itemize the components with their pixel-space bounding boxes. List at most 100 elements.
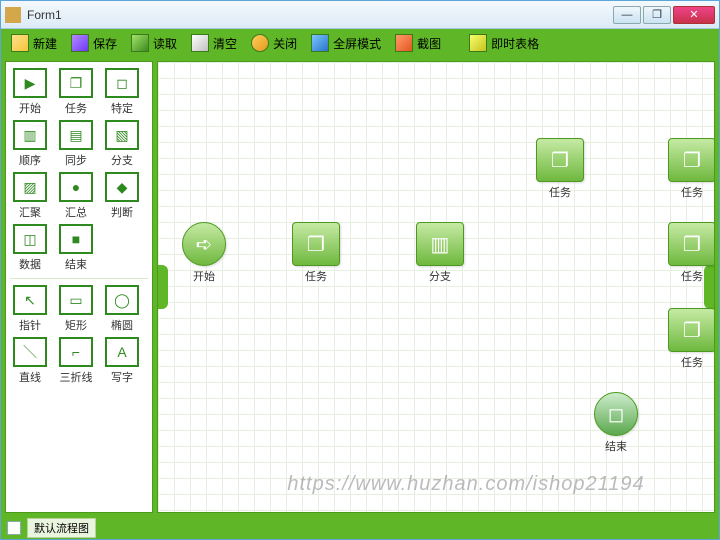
palette-data[interactable]: ◫ 数据 — [10, 224, 50, 272]
node-n_task5[interactable]: ❐ 任务 — [668, 308, 715, 370]
palette-label: 结束 — [65, 256, 87, 272]
palette-label: 特定 — [111, 100, 133, 116]
palette-special[interactable]: ◻ 特定 — [102, 68, 142, 116]
clear-icon — [191, 34, 209, 52]
pointer-icon: ↖ — [13, 285, 47, 315]
palette-task[interactable]: ❐任务 — [56, 68, 96, 116]
node-label: 分支 — [429, 268, 451, 284]
data-icon: ◫ — [13, 224, 47, 254]
palette-text[interactable]: A 写字 — [102, 337, 142, 385]
palette-label: 三折线 — [60, 369, 93, 385]
palette-label: 写字 — [111, 369, 133, 385]
fullscreen-button[interactable]: 全屏模式 — [305, 32, 387, 54]
end-icon: ■ — [59, 224, 93, 254]
node-n_end[interactable]: ◻结束 — [594, 392, 638, 454]
branch-icon: ▧ — [105, 120, 139, 150]
sequence-icon: ▥ — [13, 120, 47, 150]
palette-label: 判断 — [111, 204, 133, 220]
close-file-button[interactable]: 关闭 — [245, 32, 303, 54]
palette: ▶ 开始 ❐任务 ◻ 特定 ▥ 顺序 ▤同步 ▧ 分支 ▨ 汇聚 ●汇总 ◆ 判断 ◫ 数据 ■ 结束 ↖ 指针 ▭ 矩形… — [5, 61, 153, 513]
node-label: 结束 — [605, 438, 627, 454]
open-label: 读取 — [153, 35, 177, 52]
node-label: 任务 — [681, 268, 703, 284]
palette-ellipse[interactable]: ◯ 椭圆 — [102, 285, 142, 333]
minimize-button[interactable]: — — [613, 6, 641, 24]
screenshot-label: 截图 — [417, 35, 441, 52]
palette-rect[interactable]: ▭ 矩形 — [56, 285, 96, 333]
palette-sync[interactable]: ▤同步 — [56, 120, 96, 168]
status-icon — [7, 521, 21, 535]
polyline-icon: ⌐ — [59, 337, 93, 367]
watermark: https://www.huzhan.com/ishop21194 — [228, 473, 704, 496]
clear-button[interactable]: 清空 — [185, 32, 243, 54]
node-n_task1[interactable]: ❐任务 — [292, 222, 340, 284]
close-file-label: 关闭 — [273, 35, 297, 52]
palette-label: 开始 — [19, 100, 41, 116]
left-handle[interactable] — [158, 265, 168, 309]
merge-icon: ▨ — [13, 172, 47, 202]
grid-button[interactable]: 即时表格 — [463, 32, 545, 54]
canvas[interactable]: https://www.huzhan.com/ishop21194 ➪开始 ❐ 任务… — [157, 61, 715, 513]
special-icon: ◻ — [105, 68, 139, 98]
node-n_branch[interactable]: ▥ 分支 — [416, 222, 464, 284]
grid-icon — [469, 34, 487, 52]
palette-label: 椭圆 — [111, 317, 133, 333]
palette-label: 矩形 — [65, 317, 87, 333]
palette-decision[interactable]: ◆ 判断 — [102, 172, 142, 220]
task-node-icon: ❐ — [668, 308, 715, 352]
palette-label: 汇聚 — [19, 204, 41, 220]
statusbar: 默认流程图 — [1, 517, 719, 539]
palette-branch[interactable]: ▧ 分支 — [102, 120, 142, 168]
palette-label: 同步 — [65, 152, 87, 168]
save-label: 保存 — [93, 35, 117, 52]
new-button[interactable]: 新建 — [5, 32, 63, 54]
screenshot-icon — [395, 34, 413, 52]
close-button[interactable]: ✕ — [673, 6, 715, 24]
summary-icon: ● — [59, 172, 93, 202]
palette-pointer[interactable]: ↖ 指针 — [10, 285, 50, 333]
palette-line[interactable]: ＼直线 — [10, 337, 50, 385]
open-button[interactable]: 读取 — [125, 32, 183, 54]
task-node-icon: ❐ — [536, 138, 584, 182]
new-icon — [11, 34, 29, 52]
screenshot-button[interactable]: 截图 — [389, 32, 447, 54]
palette-merge[interactable]: ▨ 汇聚 — [10, 172, 50, 220]
node-n_task4[interactable]: ❐ 任务 — [668, 222, 715, 284]
text-icon: A — [105, 337, 139, 367]
status-tab[interactable]: 默认流程图 — [27, 518, 96, 538]
palette-label: 数据 — [19, 256, 41, 272]
new-label: 新建 — [33, 35, 57, 52]
close-file-icon — [251, 34, 269, 52]
node-label: 任务 — [681, 354, 703, 370]
task-node-icon: ❐ — [668, 222, 715, 266]
titlebar[interactable]: Form1 — ❐ ✕ — [1, 1, 719, 29]
rect-icon: ▭ — [59, 285, 93, 315]
node-n_start[interactable]: ➪开始 — [182, 222, 226, 284]
branch-node-icon: ▥ — [416, 222, 464, 266]
palette-label: 顺序 — [19, 152, 41, 168]
maximize-button[interactable]: ❐ — [643, 6, 671, 24]
ellipse-icon: ◯ — [105, 285, 139, 315]
decision-icon: ◆ — [105, 172, 139, 202]
palette-summary[interactable]: ●汇总 — [56, 172, 96, 220]
palette-label: 指针 — [19, 317, 41, 333]
start-icon: ▶ — [13, 68, 47, 98]
node-n_task2[interactable]: ❐ 任务 — [536, 138, 584, 200]
toolbar: 新建 保存 读取 清空 关闭 全屏模式 截图 即时表格 — [1, 29, 719, 57]
node-n_task3[interactable]: ❐任务 — [668, 138, 715, 200]
palette-end[interactable]: ■ 结束 — [56, 224, 96, 272]
grid-label: 即时表格 — [491, 35, 539, 52]
task-node-icon: ❐ — [668, 138, 715, 182]
palette-label: 分支 — [111, 152, 133, 168]
node-label: 任务 — [305, 268, 327, 284]
palette-start[interactable]: ▶ 开始 — [10, 68, 50, 116]
save-button[interactable]: 保存 — [65, 32, 123, 54]
fullscreen-label: 全屏模式 — [333, 35, 381, 52]
palette-polyline[interactable]: ⌐ 三折线 — [56, 337, 96, 385]
open-icon — [131, 34, 149, 52]
app-icon — [5, 7, 21, 23]
palette-label: 直线 — [19, 369, 41, 385]
palette-sequence[interactable]: ▥ 顺序 — [10, 120, 50, 168]
node-label: 任务 — [549, 184, 571, 200]
clear-label: 清空 — [213, 35, 237, 52]
